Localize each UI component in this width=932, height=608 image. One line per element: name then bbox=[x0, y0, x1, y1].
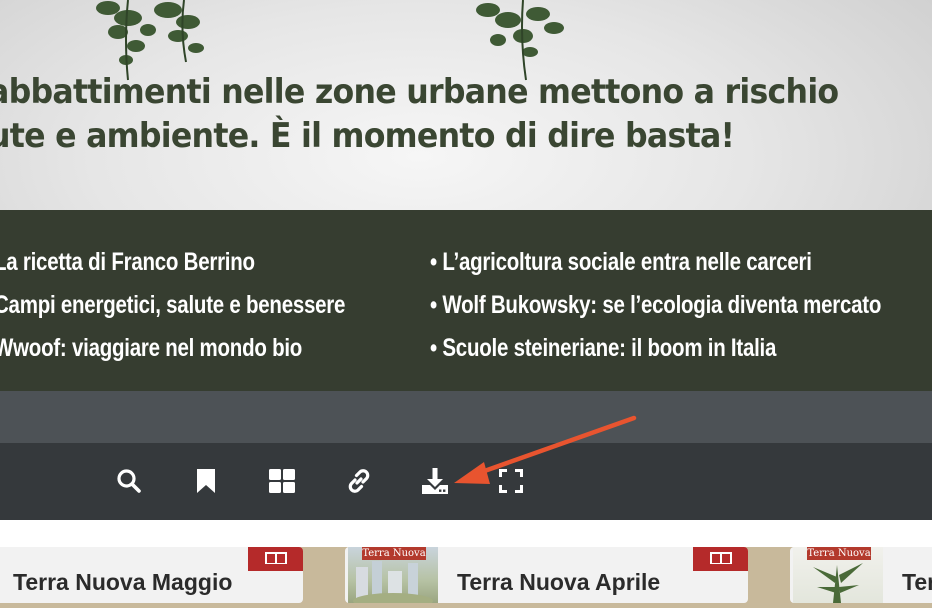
viewer-page-strip bbox=[0, 391, 932, 443]
cover-headline: abbattimenti nelle zone urbane mettono a… bbox=[0, 70, 881, 158]
cover-illustration bbox=[353, 561, 433, 603]
cover-illustration bbox=[813, 563, 863, 603]
spacer bbox=[0, 520, 932, 547]
link-icon bbox=[348, 469, 370, 493]
book-icon bbox=[709, 552, 732, 564]
bookmark-icon bbox=[197, 469, 215, 493]
topic-item: • Wolf Bukowsky: se l’ecologia diventa m… bbox=[430, 291, 882, 319]
download-button[interactable] bbox=[416, 462, 454, 500]
search-button[interactable] bbox=[110, 462, 148, 500]
topics-band: La ricetta di Franco Berrino Campi energ… bbox=[0, 210, 932, 391]
headline-line: ute e ambiente. È il momento di dire bas… bbox=[0, 116, 735, 156]
download-icon bbox=[422, 468, 448, 494]
topic-item: • Scuole steineriane: il boom in Italia bbox=[430, 334, 777, 362]
grid-icon bbox=[269, 469, 295, 493]
issue-cover-thumbnail[interactable]: Terra Nuova bbox=[793, 547, 883, 603]
book-icon bbox=[264, 552, 287, 564]
topic-item: • L’agricoltura sociale entra nelle carc… bbox=[430, 248, 812, 276]
search-icon bbox=[117, 469, 141, 493]
issue-title[interactable]: Terra Nuova Maggio bbox=[13, 569, 232, 596]
topic-item: Campi energetici, salute e benessere bbox=[0, 291, 346, 319]
topic-item: La ricetta di Franco Berrino bbox=[0, 248, 255, 276]
share-link-button[interactable] bbox=[340, 462, 378, 500]
issue-cover-thumbnail[interactable]: Terra Nuova bbox=[348, 547, 438, 603]
bookmark-button[interactable] bbox=[187, 462, 225, 500]
issue-card[interactable]: Terra Nuova Maggio bbox=[0, 547, 303, 603]
issue-tab[interactable] bbox=[693, 547, 748, 571]
issue-card[interactable]: Terra Nuova Terra Nuova Aprile bbox=[345, 547, 748, 603]
issue-card[interactable]: Terra Nuova Terra Nuova bbox=[790, 547, 932, 603]
thumbnails-button[interactable] bbox=[263, 462, 301, 500]
magazine-page: abbattimenti nelle zone urbane mettono a… bbox=[0, 0, 932, 391]
topic-item: Wwoof: viaggiare nel mondo bio bbox=[0, 334, 303, 362]
viewer-toolbar bbox=[0, 443, 932, 520]
related-issues: Terra Nuova Maggio Terra Nuova Terra Nuo… bbox=[0, 547, 932, 608]
fullscreen-button[interactable] bbox=[492, 462, 530, 500]
issue-title[interactable]: Terra Nuova bbox=[902, 569, 932, 596]
issue-title[interactable]: Terra Nuova Aprile bbox=[457, 569, 660, 596]
headline-line: abbattimenti nelle zone urbane mettono a… bbox=[0, 72, 839, 112]
fullscreen-icon bbox=[499, 469, 523, 493]
issue-tab[interactable] bbox=[248, 547, 303, 571]
